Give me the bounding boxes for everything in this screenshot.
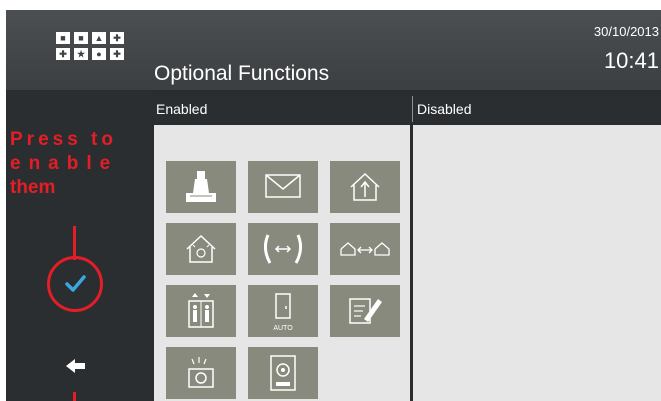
- notes-icon: [349, 298, 382, 324]
- annotation-line: enable: [10, 153, 119, 174]
- time-display: 10:41: [603, 48, 659, 73]
- function-tile-lift[interactable]: [166, 285, 236, 337]
- logo-cell: ★: [74, 48, 88, 60]
- logo-cell: ✚: [56, 48, 70, 60]
- camera-icon: [188, 357, 214, 388]
- back-button[interactable]: [60, 356, 90, 376]
- enabled-functions-panel: AUTO: [154, 125, 410, 401]
- annotation-text: Press to enable them: [10, 128, 146, 200]
- annotation-connector: [73, 392, 76, 401]
- home-to-home-icon: [340, 242, 390, 256]
- function-tile-camera[interactable]: [166, 347, 236, 399]
- home-arrival-icon: [350, 172, 380, 201]
- door-auto-icon: AUTO: [273, 293, 293, 332]
- logo-cell: ■: [56, 32, 70, 44]
- logo-cell: ●: [92, 48, 106, 60]
- concierge-icon: [186, 171, 216, 202]
- page-title: Optional Functions: [154, 62, 330, 85]
- function-tile-call-transfer[interactable]: [248, 223, 318, 275]
- message-icon: [265, 174, 301, 198]
- annotation-connector: [73, 226, 76, 260]
- logo-cell: ✚: [110, 32, 124, 44]
- door-auto-caption: AUTO: [273, 325, 293, 332]
- function-tile-notes[interactable]: [330, 285, 400, 337]
- disabled-column-header: Disabled: [412, 96, 661, 122]
- column-headers: Enabled Disabled: [152, 96, 661, 122]
- annotation-line: Press to: [10, 129, 117, 150]
- function-tile-door-auto[interactable]: AUTO: [248, 285, 318, 337]
- function-tile-intercom-panel[interactable]: [248, 347, 318, 399]
- function-tile-message[interactable]: [248, 161, 318, 213]
- confirm-button[interactable]: [60, 270, 90, 296]
- touchscreen: ■ ■ ▲ ✚ ✚ ★ ● ✚ Optional Functions 30/10…: [6, 10, 661, 401]
- call-transfer-icon: [263, 234, 303, 264]
- function-tile-home-arrival[interactable]: [330, 161, 400, 213]
- home-alarm-icon: [186, 234, 216, 263]
- function-tile-home-to-home[interactable]: [330, 223, 400, 275]
- logo-cell: ▲: [92, 32, 106, 44]
- function-tile-concierge[interactable]: [166, 161, 236, 213]
- logo-cell: ■: [74, 32, 88, 44]
- annotation-line: them: [10, 177, 56, 198]
- enabled-column-header: Enabled: [156, 101, 208, 117]
- logo-cell: ✚: [110, 48, 124, 60]
- header-bar: ■ ■ ▲ ✚ ✚ ★ ● ✚ Optional Functions 30/10…: [6, 10, 661, 90]
- app-logo: ■ ■ ▲ ✚ ✚ ★ ● ✚: [56, 32, 124, 62]
- back-arrow-icon: [66, 359, 85, 373]
- checkmark-icon: [65, 275, 86, 292]
- intercom-panel-icon: [270, 355, 296, 391]
- lift-icon: [188, 293, 214, 328]
- date-display: 30/10/2013: [593, 24, 659, 39]
- disabled-functions-panel: [413, 125, 661, 401]
- function-tile-home-alarm[interactable]: [166, 223, 236, 275]
